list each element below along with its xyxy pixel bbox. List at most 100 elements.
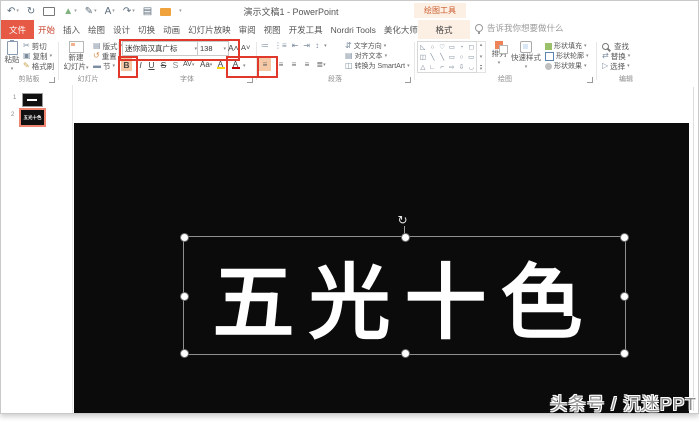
grow-font-button[interactable]: A˄	[227, 41, 240, 54]
decrease-indent-button[interactable]: ⇤	[292, 42, 299, 50]
paragraph-dialog-launcher[interactable]	[405, 77, 411, 83]
change-case-button[interactable]: Aa▾	[199, 58, 213, 71]
replace-button[interactable]: ⇄替换▾	[602, 51, 630, 61]
smartart-button[interactable]: ◫转换为 SmartArt▾	[345, 61, 410, 71]
quick-styles-button[interactable]: 快速样式▾	[511, 41, 541, 71]
line-spacing-button[interactable]: ↕	[315, 42, 319, 50]
rotation-handle[interactable]: ↻	[398, 213, 408, 227]
copy-button[interactable]: ▣复制▾	[23, 51, 52, 61]
cut-button[interactable]: ✂剪切	[23, 41, 47, 51]
tab-review[interactable]: 审阅	[235, 20, 260, 39]
slide-title-text[interactable]: 五光十色	[184, 237, 625, 354]
text-direction-button[interactable]: ⇵文字方向▾	[345, 41, 386, 51]
tab-nordri-tools[interactable]: Nordri Tools	[327, 20, 380, 39]
tab-developer[interactable]: 开发工具	[285, 20, 327, 39]
shape-icon[interactable]: ⇩	[459, 63, 464, 72]
slide-thumbnail-panel[interactable]: 1 2 五光十色	[1, 85, 73, 413]
shape-icon[interactable]: △	[420, 63, 425, 72]
shape-icon[interactable]: ♡	[439, 43, 445, 52]
shape-fill-button[interactable]: 形状填充▾	[545, 41, 587, 51]
new-slide-button[interactable]: 新建 幻灯片▾	[61, 41, 91, 72]
tab-transitions[interactable]: 切换	[134, 20, 159, 39]
section-button[interactable]: ▬节▾	[93, 61, 115, 71]
tab-home[interactable]: 开始	[34, 20, 59, 39]
font-dialog-launcher[interactable]	[247, 77, 253, 83]
ribbon-tab-bar: 文件 开始 插入 绘图 设计 切换 动画 幻灯片放映 审阅 视图 开发工具 No…	[1, 20, 422, 39]
bold-button[interactable]: B	[121, 58, 132, 71]
tab-insert[interactable]: 插入	[59, 20, 84, 39]
shrink-font-button[interactable]: A˅	[240, 41, 251, 54]
selected-text-box[interactable]: 五光十色 ↻	[183, 236, 626, 355]
shape-icon[interactable]: ◻	[468, 43, 473, 52]
vertical-scrollbar[interactable]	[693, 87, 694, 411]
selection-handle-middle-right[interactable]	[620, 292, 629, 301]
shape-icon[interactable]: ◔	[460, 43, 464, 52]
shape-outline-icon	[545, 52, 554, 61]
shape-icon[interactable]: ╲	[431, 53, 435, 62]
increase-indent-button[interactable]: ⇥	[303, 42, 310, 50]
italic-button[interactable]: I	[135, 58, 146, 71]
shape-icon[interactable]: ○	[431, 43, 435, 52]
tell-me-box[interactable]: 告诉我你想要做什么	[475, 22, 564, 34]
tab-format[interactable]: 格式	[418, 20, 470, 39]
format-painter-button[interactable]: ✎格式刷	[23, 61, 54, 71]
font-name-box[interactable]: 迷你简汉真广标▾	[122, 41, 200, 56]
selection-handle-bottom-center[interactable]	[401, 349, 410, 358]
shapes-gallery-scroll[interactable]: ▴▾▾	[477, 41, 486, 73]
reset-button[interactable]: ↺重置	[93, 51, 117, 61]
bullets-button[interactable]: ≔	[261, 42, 269, 50]
shape-icon[interactable]: ◺	[420, 43, 425, 52]
highlight-color-button[interactable]: A	[215, 58, 226, 71]
font-color-dropdown-arrow[interactable]: ▾	[243, 63, 246, 69]
arrange-button[interactable]: 排列▾	[489, 41, 509, 67]
selection-handle-bottom-right[interactable]	[620, 349, 629, 358]
justify-button[interactable]: ≡	[301, 58, 313, 71]
select-button[interactable]: ▷选择▾	[602, 61, 630, 71]
tab-animations[interactable]: 动画	[159, 20, 184, 39]
shape-icon[interactable]: ⌐	[440, 63, 444, 72]
section-icon: ▬	[93, 62, 101, 70]
selection-handle-top-left[interactable]	[180, 233, 189, 242]
drawing-dialog-launcher[interactable]	[587, 77, 593, 83]
shape-icon[interactable]: ○	[460, 53, 464, 62]
tab-view[interactable]: 视图	[260, 20, 285, 39]
shape-icon[interactable]: ▭	[449, 53, 455, 62]
slide-1-thumbnail[interactable]	[22, 93, 43, 107]
text-shadow-button[interactable]: S	[170, 58, 181, 71]
character-spacing-button[interactable]: AV▾	[182, 58, 195, 71]
shape-icon[interactable]: ▭	[449, 43, 455, 52]
tab-design[interactable]: 设计	[109, 20, 134, 39]
shapes-gallery[interactable]: ◺ ○ ♡ ▭ ◔ ◻ ◫ ╲ ╲ ▭ ○ ▭ △ ∟ ⌐ ⇨ ⇩ ◡	[417, 41, 477, 73]
font-size-box[interactable]: 138▾	[197, 41, 229, 56]
selection-handle-bottom-left[interactable]	[180, 349, 189, 358]
shape-icon[interactable]: ⇨	[449, 63, 454, 72]
columns-button[interactable]: ≣▾	[315, 58, 327, 71]
shape-icon[interactable]: ╲	[440, 53, 444, 62]
tab-meihua[interactable]: 美化大师	[380, 20, 422, 39]
shape-icon[interactable]: ∟	[429, 63, 435, 72]
shape-outline-button[interactable]: 形状轮廓▾	[545, 51, 589, 61]
shape-icon[interactable]: ◡	[468, 63, 474, 72]
strikethrough-button[interactable]: S	[158, 58, 169, 71]
clipboard-dialog-launcher[interactable]	[49, 77, 55, 83]
shape-effects-button[interactable]: 形状效果▾	[545, 61, 587, 71]
tab-file[interactable]: 文件	[1, 20, 34, 39]
tab-draw[interactable]: 绘图	[84, 20, 109, 39]
find-button[interactable]: 查找	[602, 41, 629, 51]
selection-handle-top-center[interactable]	[401, 233, 410, 242]
slide-2-thumbnail[interactable]: 五光十色	[19, 108, 46, 127]
align-text-button[interactable]: ▤对齐文本▾	[345, 51, 387, 61]
underline-button[interactable]: U	[146, 58, 157, 71]
shape-icon[interactable]: ▭	[468, 53, 474, 62]
selection-handle-middle-left[interactable]	[180, 292, 189, 301]
selection-handle-top-right[interactable]	[620, 233, 629, 242]
tab-slideshow[interactable]: 幻灯片放映	[184, 20, 235, 39]
numbering-button[interactable]: ⋮≡	[274, 42, 287, 50]
align-right-button[interactable]: ≡	[288, 58, 300, 71]
align-center-button[interactable]: ≡	[259, 58, 271, 71]
align-left-button[interactable]: ≡	[275, 58, 287, 71]
font-color-button[interactable]: A	[230, 58, 241, 71]
shape-icon[interactable]: ◫	[420, 53, 426, 62]
paste-button[interactable]: 粘贴▾	[3, 41, 21, 73]
slide-canvas[interactable]: 五光十色 ↻	[74, 123, 689, 413]
